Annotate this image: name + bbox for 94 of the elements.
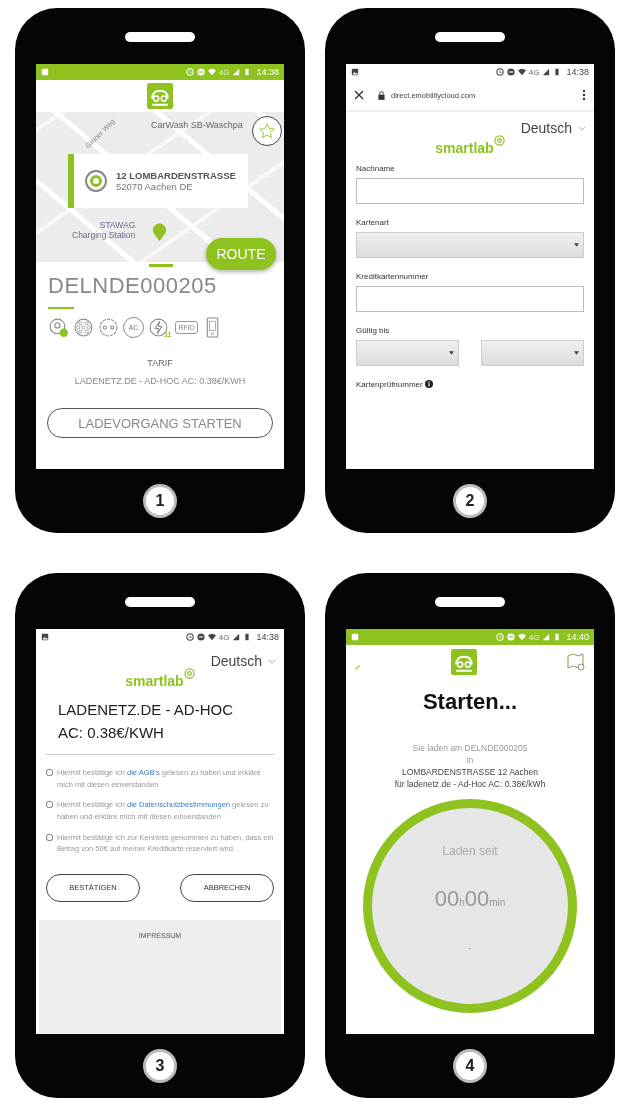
tariff-text: LADENETZ.DE - AD-HOC AC: 0.38€/KWH <box>73 376 247 386</box>
select-dropdown[interactable] <box>356 340 459 366</box>
do-not-disturb-icon <box>196 68 205 76</box>
close-icon[interactable] <box>354 90 364 100</box>
sync-icon <box>185 633 194 641</box>
wifi-icon <box>517 633 526 641</box>
tariff-heading: TARIF <box>146 358 174 368</box>
image-icon <box>41 68 49 76</box>
lock-icon <box>378 90 385 100</box>
do-not-disturb-icon <box>506 633 515 641</box>
speaker-slot <box>125 597 195 607</box>
network-label: 4G <box>218 632 230 642</box>
charging-info-text: LOMBARDENSTRASSE 12 Aachen <box>401 767 539 777</box>
drag-handle[interactable] <box>149 264 173 267</box>
plug-socket-icon <box>98 317 119 338</box>
page-title: Starten... <box>421 689 519 715</box>
chevron-down-icon <box>268 658 276 664</box>
field-label: Kreditkartennummer <box>356 272 430 281</box>
favorite-star-button[interactable] <box>252 116 282 146</box>
step-number: 2 <box>453 484 487 518</box>
station-name-label: STAWAG <box>99 220 136 230</box>
charging-info-text: für ladenetz.de - Ad-Hoc AC: 0.38€/kWh <box>394 779 546 789</box>
station-type-label: Charging Station <box>72 230 136 240</box>
speaker-slot <box>435 32 505 42</box>
map-place-label: CarWash SB-Waschpa <box>151 120 243 130</box>
field-label: Kartenprüfnummer <box>356 380 423 389</box>
target-ring-icon <box>493 135 505 146</box>
timer-note: - <box>468 942 472 953</box>
sync-icon <box>185 68 194 76</box>
step-number: 1 <box>143 484 177 518</box>
signal-icon <box>542 633 551 641</box>
address-city: 52070 Aachen DE <box>116 181 194 192</box>
signal-icon <box>542 68 551 76</box>
signal-icon <box>232 633 241 641</box>
timer-label: Laden seit <box>442 844 498 858</box>
brand-name: smartlab <box>435 140 494 156</box>
target-ring-icon <box>183 668 195 679</box>
lightning-icon <box>148 317 169 338</box>
language-dropdown[interactable]: Deutsch <box>520 120 586 136</box>
socket-icon <box>73 317 94 338</box>
sync-icon <box>495 633 504 641</box>
wifi-icon <box>207 633 216 641</box>
language-dropdown[interactable]: Deutsch <box>210 653 276 669</box>
network-label: 4G <box>218 67 230 77</box>
caret-icon <box>449 351 454 355</box>
wifi-icon <box>517 68 526 76</box>
car-logo-icon <box>451 649 477 675</box>
field-label: Gültig bis <box>356 326 391 335</box>
clock-time: 14:40 <box>566 632 589 642</box>
location-target-icon <box>84 169 108 193</box>
more-menu-icon[interactable] <box>582 89 586 101</box>
clock-time: 14:38 <box>256 67 279 77</box>
charging-info-text: in <box>466 755 474 765</box>
consent-checkbox[interactable] <box>46 769 53 776</box>
clock-time: 14:38 <box>566 67 589 77</box>
tariff-title: LADENETZ.DE - AD-HOC AC: 0.38€/KWH <box>57 700 235 743</box>
caret-icon <box>574 243 579 247</box>
brand-name: smartlab <box>125 673 184 689</box>
step-number: 3 <box>143 1049 177 1083</box>
image-icon <box>351 633 359 641</box>
image-icon <box>351 68 359 76</box>
sync-icon <box>495 68 504 76</box>
wifi-icon <box>207 68 216 76</box>
field-label: Nachname <box>356 164 396 173</box>
network-label: 4G <box>528 632 540 642</box>
field-label: Kartenart <box>356 218 390 227</box>
charging-info-text: Sie laden am DELNDE000205 <box>412 743 528 753</box>
consent-checkbox[interactable] <box>46 833 53 841</box>
step-number: 4 <box>453 1049 487 1083</box>
map-icon[interactable] <box>566 652 586 672</box>
select-dropdown[interactable] <box>481 340 584 366</box>
consent-checkbox[interactable] <box>46 801 53 809</box>
speaker-slot <box>125 32 195 42</box>
image-icon <box>41 633 49 641</box>
station-id: DELNDE000205 <box>47 272 218 299</box>
clock-time: 14:38 <box>256 632 279 642</box>
location-icon <box>48 317 69 338</box>
speaker-slot <box>435 597 505 607</box>
info-icon[interactable] <box>424 380 433 388</box>
signal-icon <box>232 68 241 76</box>
start-charging-button[interactable]: LADEVORGANG STARTEN <box>47 408 273 438</box>
address-title: 12 LOMBARDENSTRASSE <box>116 170 236 181</box>
star-icon <box>258 122 276 140</box>
caret-icon <box>574 351 579 355</box>
chevron-down-icon <box>578 125 586 131</box>
do-not-disturb-icon <box>196 633 205 641</box>
pencil-icon[interactable] <box>354 663 362 671</box>
text-input[interactable] <box>356 286 584 312</box>
map-pin-icon <box>152 222 167 241</box>
car-logo-icon <box>147 83 173 109</box>
select-dropdown[interactable] <box>356 232 584 258</box>
text-input[interactable] <box>356 178 584 204</box>
network-label: 4G <box>528 67 540 77</box>
do-not-disturb-icon <box>506 68 515 76</box>
